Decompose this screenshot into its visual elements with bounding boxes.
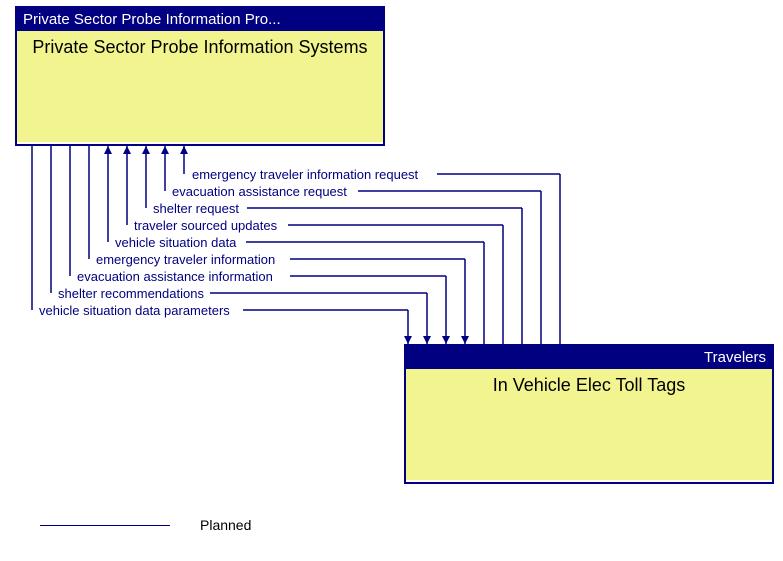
legend-planned-label: Planned	[200, 517, 251, 533]
flow-label: emergency traveler information request	[192, 168, 418, 181]
flow-label: shelter recommendations	[58, 287, 204, 300]
flow-label: evacuation assistance request	[172, 185, 347, 198]
node-target-header: Travelers	[406, 346, 772, 369]
node-target-title: In Vehicle Elec Toll Tags	[406, 369, 772, 480]
node-source-header: Private Sector Probe Information Pro...	[17, 8, 383, 31]
flow-label: vehicle situation data	[115, 236, 236, 249]
flow-label: shelter request	[153, 202, 239, 215]
flow-label: vehicle situation data parameters	[39, 304, 230, 317]
legend-planned-line	[40, 525, 170, 526]
node-travelers-toll-tags[interactable]: Travelers In Vehicle Elec Toll Tags	[404, 344, 774, 484]
flow-label: emergency traveler information	[96, 253, 275, 266]
flow-label: traveler sourced updates	[134, 219, 277, 232]
node-private-sector-probe[interactable]: Private Sector Probe Information Pro... …	[15, 6, 385, 146]
flow-label: evacuation assistance information	[77, 270, 273, 283]
node-source-title: Private Sector Probe Information Systems	[17, 31, 383, 142]
